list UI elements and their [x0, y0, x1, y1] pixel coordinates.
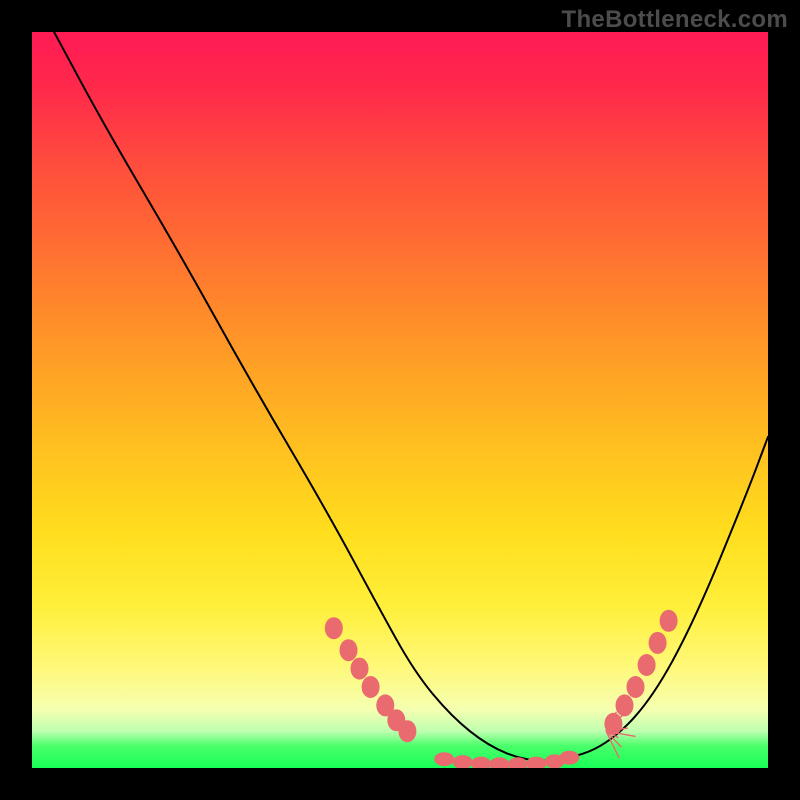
curve-marker — [434, 752, 454, 766]
watermark-text: TheBottleneck.com — [562, 6, 788, 34]
curve-marker — [351, 658, 369, 680]
curve-marker — [627, 676, 645, 698]
curve-marker — [325, 617, 343, 639]
chart-frame: TheBottleneck.com — [0, 0, 800, 800]
curve-marker — [559, 751, 579, 765]
curve-marker — [471, 757, 491, 768]
curve-marker — [453, 755, 473, 768]
curve-marker — [340, 639, 358, 661]
curve-marker — [489, 757, 509, 768]
curve-svg — [32, 32, 768, 768]
curve-marker — [649, 632, 667, 654]
curve-marker — [660, 610, 678, 632]
curve-marker — [638, 654, 656, 676]
curve-marker — [398, 720, 416, 742]
curve-marker — [526, 757, 546, 768]
plot-area — [32, 32, 768, 768]
curve-markers — [325, 610, 678, 768]
curve-marker — [604, 713, 622, 735]
curve-marker — [616, 694, 634, 716]
curve-marker — [362, 676, 380, 698]
